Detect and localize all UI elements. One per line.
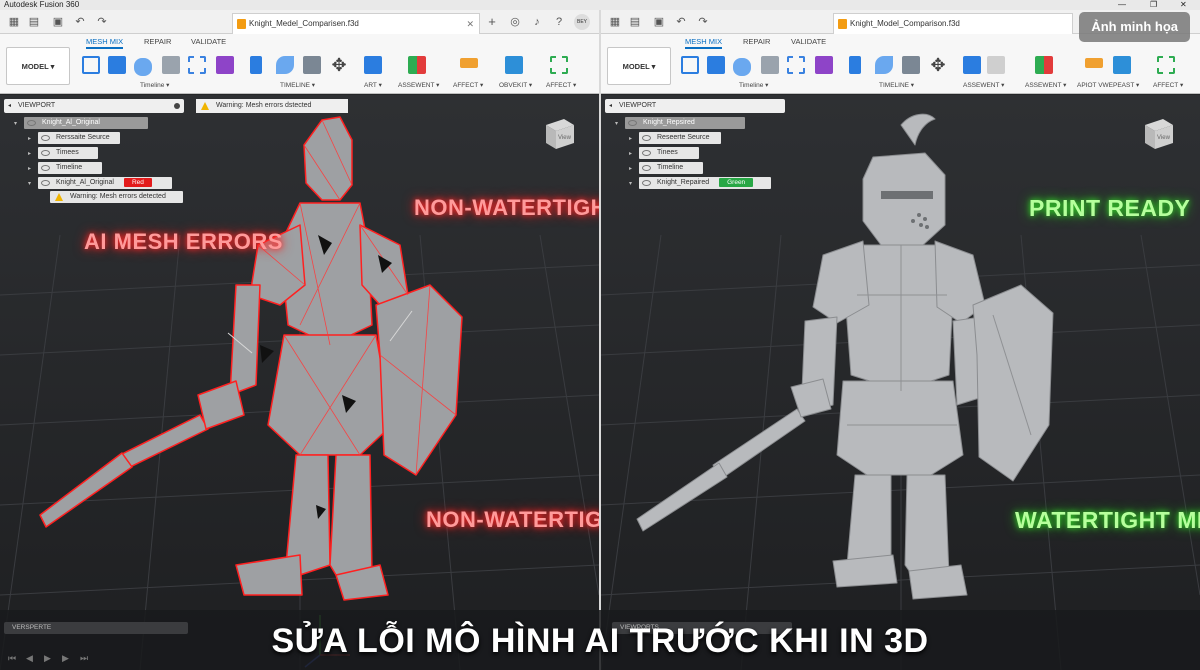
plugin-icon[interactable] bbox=[815, 56, 833, 74]
document-file-icon bbox=[838, 19, 847, 29]
group-label-assemble[interactable]: ASSEWENT ▾ bbox=[398, 81, 439, 89]
tab-mesh-mix[interactable]: MESH MIX bbox=[86, 37, 124, 49]
assemble-2-icon[interactable] bbox=[1035, 56, 1053, 74]
callout-non-watertight-top: NON-WATERTIGHT bbox=[414, 195, 599, 220]
assemble-icon[interactable] bbox=[408, 56, 426, 74]
object-image-icon[interactable] bbox=[505, 56, 523, 74]
art-icon[interactable] bbox=[364, 56, 382, 74]
document-tab[interactable]: Knight_Medel_Comparisen.f3d ✕ bbox=[232, 13, 480, 34]
knight-repaired-mesh bbox=[636, 113, 1054, 600]
move-icon[interactable]: ✥ bbox=[330, 56, 348, 74]
cube-icon[interactable] bbox=[761, 56, 779, 74]
document-tab-label: Knight_Medel_Comparisen.f3d bbox=[249, 19, 359, 28]
close-tab-icon[interactable]: ✕ bbox=[466, 14, 474, 34]
undo-icon[interactable]: ↶ bbox=[675, 16, 687, 28]
new-tab-icon[interactable]: + bbox=[486, 15, 498, 28]
callout-non-watertight-bottom: NON-WATERTIGHT bbox=[426, 507, 599, 532]
user-avatar[interactable]: BEY bbox=[574, 14, 590, 30]
plugin-icon[interactable] bbox=[216, 56, 234, 74]
illustration-badge: Ảnh minh họa bbox=[1079, 12, 1190, 42]
group-label-affect[interactable]: AFFECT ▾ bbox=[1153, 81, 1183, 89]
callout-ai-mesh-errors: AI MESH ERRORS bbox=[84, 229, 283, 254]
help-icon[interactable]: ? bbox=[553, 16, 565, 28]
sphere-icon[interactable] bbox=[303, 56, 321, 74]
group-label-apiot[interactable]: APIOT VWEPEAST ▾ bbox=[1077, 81, 1139, 89]
callout-watertight-mesh: WATERTIGHT MESH bbox=[1015, 507, 1200, 533]
solid-box-icon[interactable] bbox=[108, 56, 126, 74]
grid-menu-icon[interactable]: ▦ bbox=[8, 16, 20, 28]
notifications-icon[interactable]: ♪ bbox=[531, 16, 543, 28]
affect-select-icon[interactable] bbox=[550, 56, 568, 74]
file-icon[interactable]: ▤ bbox=[28, 16, 40, 28]
right-fusion-window: ▦ ▤ ▣ ↶ ↷ Knight_Model_Comparison.f3d ME… bbox=[601, 10, 1200, 670]
group-label-affect-2[interactable]: AFFECT ▾ bbox=[546, 81, 576, 89]
shell-icon[interactable] bbox=[134, 58, 152, 76]
ribbon: MESH MIX REPAIR VALIDATE MODEL ▾ ✥ Timel… bbox=[0, 34, 599, 94]
extrude-icon[interactable] bbox=[849, 56, 861, 74]
move-icon[interactable]: ✥ bbox=[929, 56, 947, 74]
knight-mesh-with-errors bbox=[39, 116, 463, 668]
tab-repair[interactable]: REPAIR bbox=[144, 37, 171, 46]
cube-icon[interactable] bbox=[162, 56, 180, 74]
joint-icon[interactable] bbox=[987, 56, 1005, 74]
affect-icon[interactable] bbox=[460, 58, 478, 68]
create-mesh-icon[interactable] bbox=[681, 56, 699, 74]
undo-icon[interactable]: ↶ bbox=[74, 16, 86, 28]
group-label-object[interactable]: OBVEKIT ▾ bbox=[499, 81, 532, 89]
document-tab-label: Knight_Model_Comparison.f3d bbox=[850, 19, 960, 28]
workspace-switcher[interactable]: MODEL ▾ bbox=[607, 47, 671, 85]
document-tab[interactable]: Knight_Model_Comparison.f3d bbox=[833, 13, 1073, 34]
group-label-timeline-2[interactable]: TIMELINE ▾ bbox=[879, 81, 914, 89]
tab-validate[interactable]: VALIDATE bbox=[191, 37, 226, 46]
select-box-icon[interactable] bbox=[787, 56, 805, 74]
quick-access-toolbar: ▦ ▤ ▣ ↶ ↷ Knight_Medel_Comparisen.f3d ✕ … bbox=[0, 10, 599, 34]
fillet-icon[interactable] bbox=[276, 56, 294, 74]
apiot-icon[interactable] bbox=[1085, 58, 1103, 68]
3d-viewport[interactable]: ◂ VIEWPORT Warning: Mesh errors dstected… bbox=[0, 95, 599, 670]
save-icon[interactable]: ▣ bbox=[52, 16, 64, 28]
assemble-icon[interactable] bbox=[963, 56, 981, 74]
maximize-button[interactable]: ❐ bbox=[1150, 0, 1157, 10]
workspace-label: MODEL bbox=[21, 62, 49, 71]
group-label-timeline[interactable]: Timeline ▾ bbox=[739, 81, 768, 89]
extrude-icon[interactable] bbox=[250, 56, 262, 74]
app-titlebar: Autodesk Fusion 360 bbox=[0, 0, 1200, 10]
tab-mesh-mix[interactable]: MESH MIX bbox=[685, 37, 723, 49]
tab-repair[interactable]: REPAIR bbox=[743, 37, 770, 46]
group-label-assemble[interactable]: ASSEWENT ▾ bbox=[963, 81, 1004, 89]
create-mesh-icon[interactable] bbox=[82, 56, 100, 74]
file-icon[interactable]: ▤ bbox=[629, 16, 641, 28]
grid-menu-icon[interactable]: ▦ bbox=[609, 16, 621, 28]
select-box-icon[interactable] bbox=[188, 56, 206, 74]
document-file-icon bbox=[237, 19, 246, 29]
screenshot-root: Autodesk Fusion 360 — ❐ ✕ ▦ ▤ ▣ ↶ ↷ Knig… bbox=[0, 0, 1200, 670]
affect-select-icon[interactable] bbox=[1157, 56, 1175, 74]
minimize-button[interactable]: — bbox=[1118, 0, 1126, 10]
tab-validate[interactable]: VALIDATE bbox=[791, 37, 826, 46]
sphere-icon[interactable] bbox=[902, 56, 920, 74]
solid-box-icon[interactable] bbox=[707, 56, 725, 74]
app-title: Autodesk Fusion 360 bbox=[4, 0, 80, 9]
group-label-timeline-2[interactable]: TIMELINE ▾ bbox=[280, 81, 315, 89]
callout-print-ready: PRINT READY bbox=[1029, 195, 1191, 221]
close-window-button[interactable]: ✕ bbox=[1180, 0, 1187, 10]
group-label-assemble-2[interactable]: ASSEWENT ▾ bbox=[1025, 81, 1066, 89]
fillet-icon[interactable] bbox=[875, 56, 893, 74]
ribbon: MESH MIX REPAIR VALIDATE MODEL ▾ ✥ Timel… bbox=[601, 34, 1200, 94]
workspace-label: MODEL bbox=[622, 62, 650, 71]
group-label-art[interactable]: ART ▾ bbox=[364, 81, 382, 89]
save-icon[interactable]: ▣ bbox=[653, 16, 665, 28]
shell-icon[interactable] bbox=[733, 58, 751, 76]
group-label-timeline[interactable]: Timeline ▾ bbox=[140, 81, 169, 89]
caption-title: SỬA LỖI MÔ HÌNH AI TRƯỚC KHI IN 3D bbox=[271, 622, 929, 660]
redo-icon[interactable]: ↷ bbox=[697, 16, 709, 28]
extensions-icon[interactable]: ◎ bbox=[509, 16, 521, 28]
redo-icon[interactable]: ↷ bbox=[96, 16, 108, 28]
image-icon[interactable] bbox=[1113, 56, 1131, 74]
group-label-affect[interactable]: AFFECT ▾ bbox=[453, 81, 483, 89]
workspace-switcher[interactable]: MODEL ▾ bbox=[6, 47, 70, 85]
left-fusion-window: ▦ ▤ ▣ ↶ ↷ Knight_Medel_Comparisen.f3d ✕ … bbox=[0, 10, 599, 670]
3d-viewport[interactable]: ◂ VIEWPORT ▾ Knight_Repsired ▸ Reseerte … bbox=[601, 95, 1200, 670]
